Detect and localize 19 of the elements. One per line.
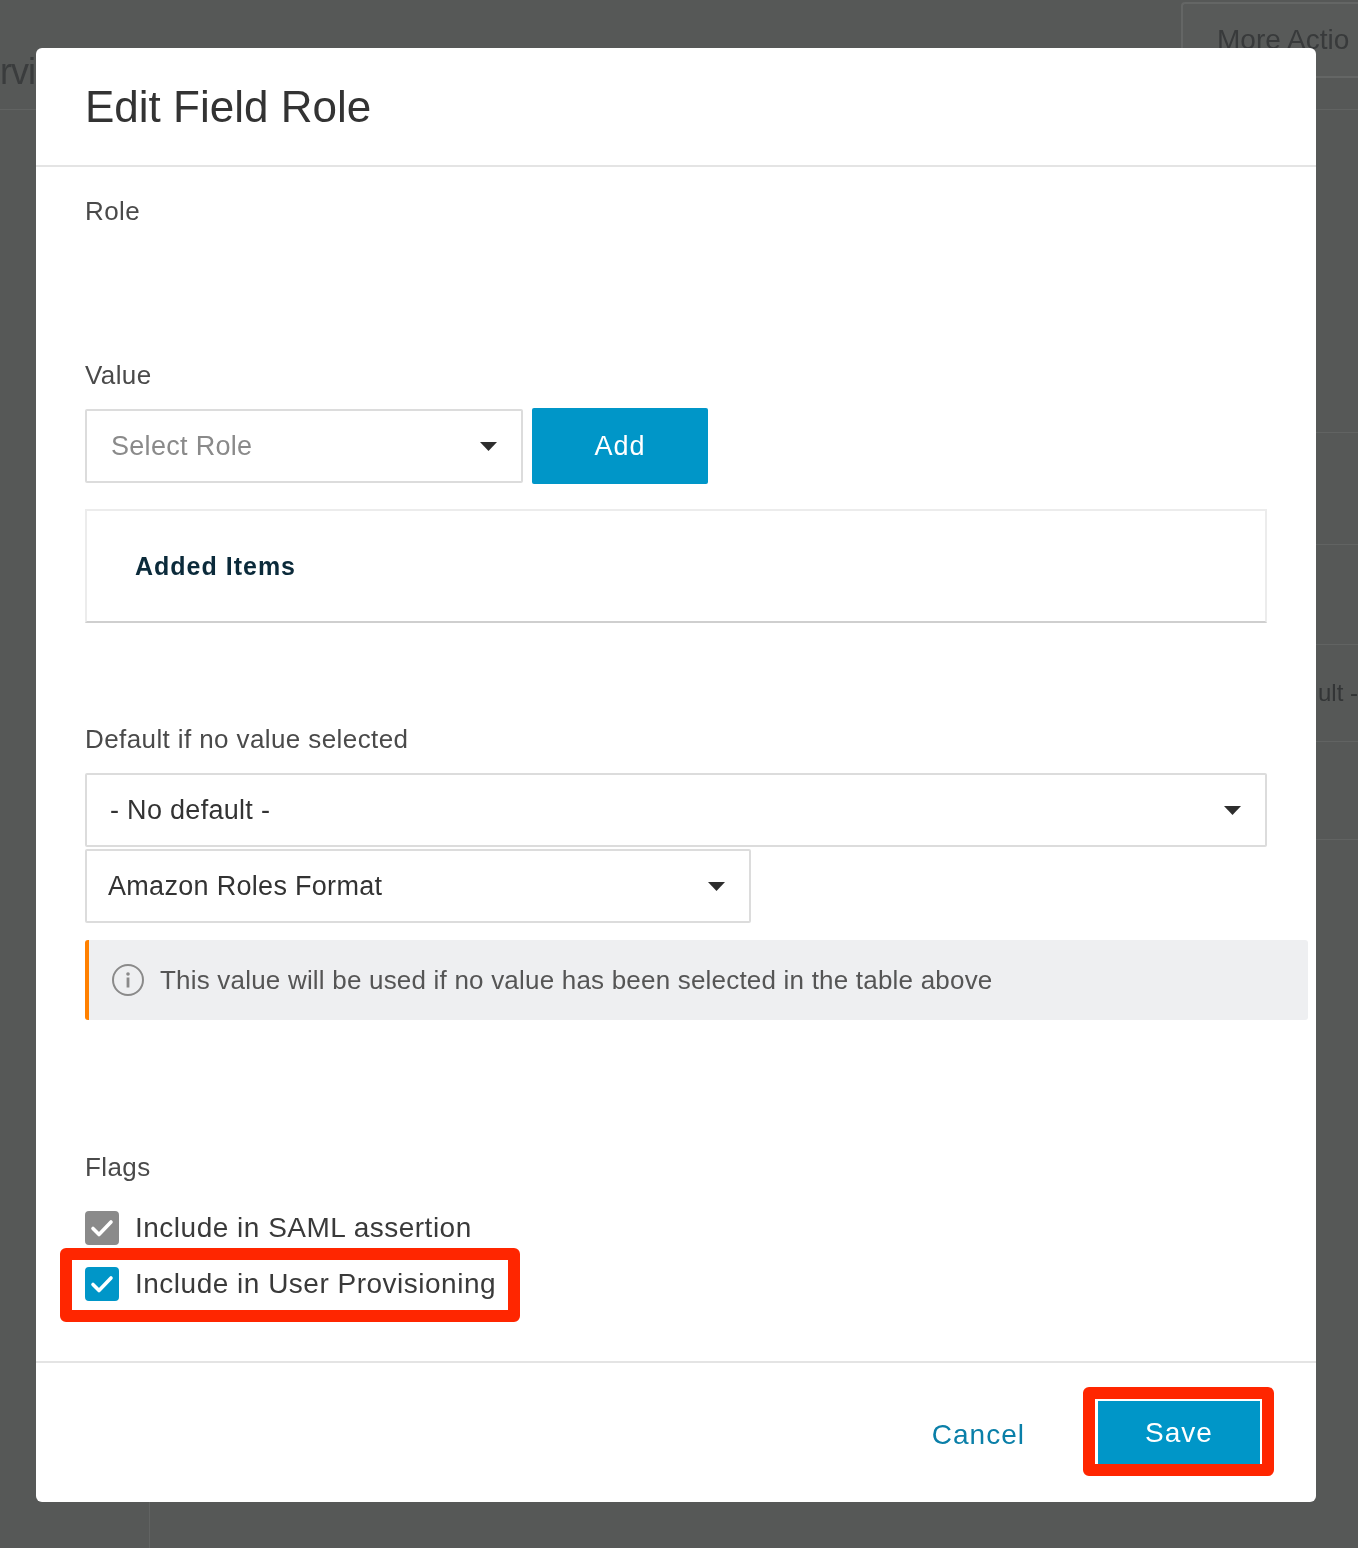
info-icon bbox=[112, 964, 144, 996]
caret-icon bbox=[1224, 805, 1241, 815]
field-label: Flags bbox=[85, 1152, 151, 1182]
default-select[interactable]: - No default - bbox=[85, 773, 1267, 847]
note-text: This value will be used if no value has been selected in the table above bbox=[160, 964, 993, 996]
caret-icon bbox=[480, 441, 497, 451]
role-select[interactable]: Select Role bbox=[85, 409, 523, 483]
field-label: Role bbox=[85, 196, 141, 226]
add-button[interactable]: Add bbox=[532, 408, 708, 484]
save-button[interactable]: Save bbox=[1098, 1401, 1260, 1464]
added-items-heading: Added Items bbox=[135, 551, 297, 581]
format-select[interactable]: Amazon Roles Format bbox=[85, 849, 751, 923]
dialog-title: Edit Field Role bbox=[85, 81, 372, 132]
caret-icon bbox=[708, 881, 725, 891]
checkbox-label[interactable]: Include in User Provisioning bbox=[135, 1268, 497, 1300]
field-label: Default if no value selected bbox=[85, 724, 409, 754]
cancel-button[interactable]: Cancel bbox=[931, 1418, 1025, 1451]
field-label: Value bbox=[85, 360, 152, 390]
checkbox[interactable] bbox=[85, 1267, 119, 1301]
